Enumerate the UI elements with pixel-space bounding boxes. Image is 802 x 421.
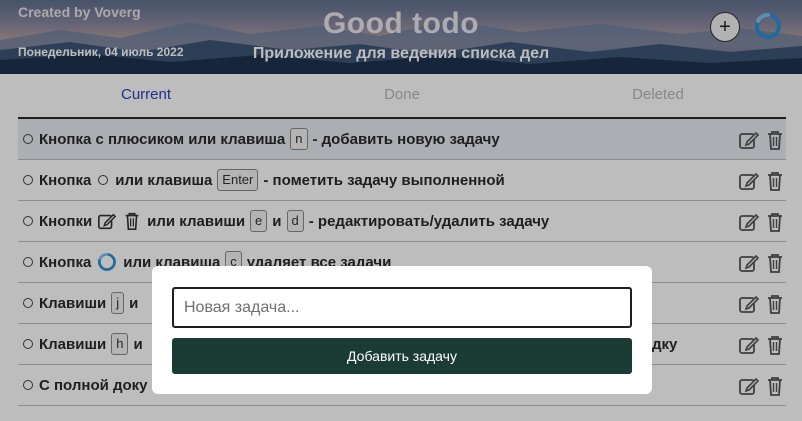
add-task-submit-button[interactable]: Добавить задачу bbox=[172, 338, 632, 374]
new-task-modal: Добавить задачу bbox=[152, 266, 652, 394]
new-task-input[interactable] bbox=[172, 287, 632, 328]
